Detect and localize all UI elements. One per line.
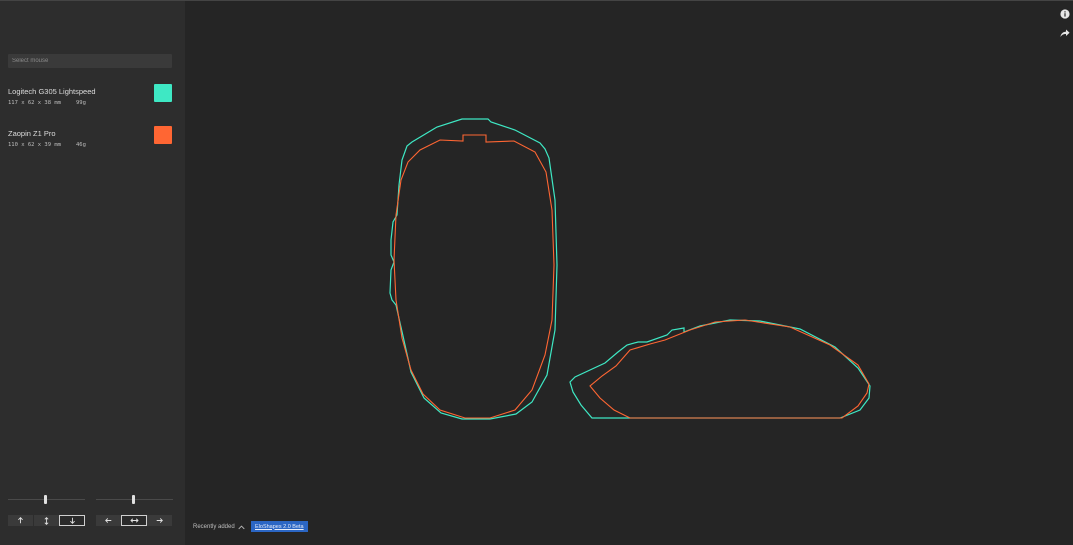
mouse-weight: 46g — [76, 142, 86, 148]
info-icon — [1060, 9, 1070, 19]
align-right-button[interactable] — [147, 515, 172, 526]
mouse-dimensions: 110 x 62 x 39 mm — [8, 142, 61, 148]
vertical-offset-slider[interactable] — [8, 494, 85, 504]
mouse-color-swatch[interactable] — [154, 84, 172, 102]
mouse-item-zaopin[interactable]: Zaopin Z1 Pro 110 x 62 x 39 mm 46g — [8, 126, 173, 153]
align-center-horizontal-button[interactable] — [121, 515, 147, 526]
align-top-button[interactable] — [8, 515, 33, 526]
arrow-right-icon — [156, 518, 163, 523]
mouse-search-input[interactable] — [8, 54, 172, 68]
top-view-outline-logitech — [389, 118, 558, 420]
horizontal-offset-slider[interactable] — [96, 494, 173, 504]
version-badge-link[interactable]: EloShapes 2.0 Beta — [251, 521, 308, 532]
mouse-name: Zaopin Z1 Pro — [8, 129, 56, 138]
arrows-vertical-icon — [44, 516, 49, 525]
slider-thumb[interactable] — [44, 495, 47, 504]
sidebar: Logitech G305 Lightspeed 117 x 62 x 38 m… — [0, 1, 185, 545]
info-button[interactable] — [1060, 9, 1070, 19]
slider-thumb[interactable] — [132, 495, 135, 504]
align-center-vertical-button[interactable] — [34, 515, 59, 526]
chevron-up-icon — [238, 524, 245, 529]
mouse-color-swatch[interactable] — [154, 126, 172, 144]
mouse-weight: 99g — [76, 100, 86, 106]
share-button[interactable] — [1060, 28, 1070, 38]
shape-canvas — [389, 118, 871, 420]
arrow-up-icon — [18, 517, 23, 524]
mouse-dimensions: 117 x 62 x 38 mm — [8, 100, 61, 106]
align-bottom-button[interactable] — [59, 515, 85, 526]
side-view-outline-zaopin — [589, 319, 870, 419]
arrow-down-icon — [69, 517, 75, 524]
arrows-horizontal-icon — [129, 518, 139, 523]
arrow-left-icon — [105, 518, 112, 523]
mouse-item-logitech[interactable]: Logitech G305 Lightspeed 117 x 62 x 38 m… — [8, 84, 173, 111]
side-view-outline-logitech — [569, 319, 871, 419]
recently-added-toggle[interactable]: Recently added — [193, 522, 245, 532]
align-left-button[interactable] — [96, 515, 121, 526]
share-icon — [1060, 29, 1070, 37]
recently-added-label: Recently added — [193, 524, 235, 530]
top-view-outline-zaopin — [393, 134, 555, 419]
mouse-name: Logitech G305 Lightspeed — [8, 87, 96, 96]
